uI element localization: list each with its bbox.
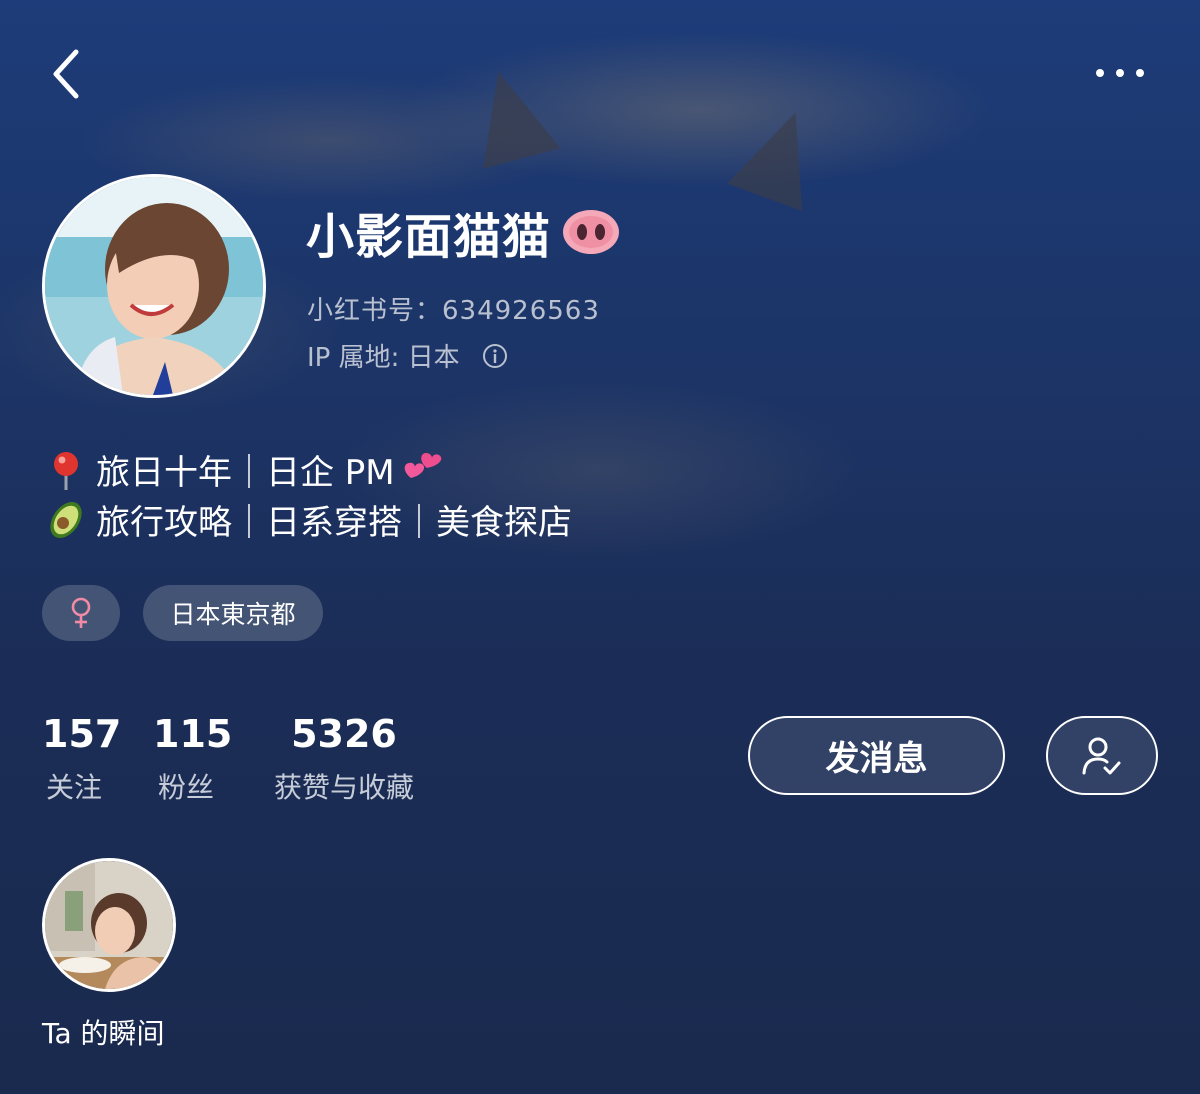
moment-photo bbox=[45, 861, 173, 989]
ip-location-text: IP 属地: 日本 bbox=[307, 343, 460, 373]
avocado-emoji bbox=[50, 501, 82, 538]
avatar[interactable] bbox=[42, 174, 266, 398]
chevron-left-icon bbox=[53, 49, 79, 99]
red-id: 小红书号：634926563 bbox=[307, 296, 600, 326]
info-circle-icon[interactable] bbox=[482, 343, 508, 369]
nickname: 小影面猫猫 bbox=[306, 209, 552, 265]
avatar-photo bbox=[45, 177, 263, 395]
user-check-icon bbox=[1082, 737, 1121, 774]
stat-value: 5326 bbox=[291, 712, 397, 756]
stat-value: 115 bbox=[153, 712, 233, 756]
stat-label: 关注 bbox=[45, 771, 102, 804]
profile-header: 小影面猫猫 小红书号：634926563 IP 属地: 日本 旅日十年｜日企 P… bbox=[0, 0, 1200, 1094]
ip-location: IP 属地: 日本 bbox=[307, 337, 508, 374]
more-options-button[interactable] bbox=[1090, 58, 1154, 88]
more-dots-icon bbox=[1096, 69, 1144, 77]
bio-text-1: 旅日十年｜日企 PM bbox=[96, 453, 395, 493]
female-sign-icon bbox=[71, 597, 91, 628]
stat-value: 157 bbox=[42, 712, 122, 756]
stat-followers[interactable]: 115 粉丝 bbox=[153, 712, 233, 806]
bio-line-1: 旅日十年｜日企 PM bbox=[44, 445, 445, 494]
two-hearts-emoji bbox=[404, 452, 441, 478]
send-message-button[interactable]: 发消息 bbox=[748, 716, 1005, 795]
stat-label: 粉丝 bbox=[157, 771, 214, 804]
moments-label: Ta 的瞬间 bbox=[42, 1017, 165, 1050]
bio-line-2: 旅行攻略｜日系穿搭｜美食探店 bbox=[44, 495, 572, 544]
bio-text-2: 旅行攻略｜日系穿搭｜美食探店 bbox=[96, 503, 572, 543]
stat-likes-and-collects[interactable]: 5326 获赞与收藏 bbox=[264, 712, 424, 806]
pig-nose-emoji bbox=[563, 210, 620, 254]
round-pushpin-emoji bbox=[54, 451, 78, 490]
gender-tag bbox=[42, 585, 120, 641]
back-button[interactable] bbox=[44, 44, 94, 104]
location-tag: 日本東京都 bbox=[143, 585, 323, 641]
nickname-row: 小影面猫猫 bbox=[306, 200, 621, 265]
stat-label: 获赞与收藏 bbox=[273, 771, 414, 804]
moment-thumbnail[interactable] bbox=[42, 858, 176, 992]
followed-status-button[interactable] bbox=[1046, 716, 1158, 795]
stat-following[interactable]: 157 关注 bbox=[42, 712, 122, 806]
